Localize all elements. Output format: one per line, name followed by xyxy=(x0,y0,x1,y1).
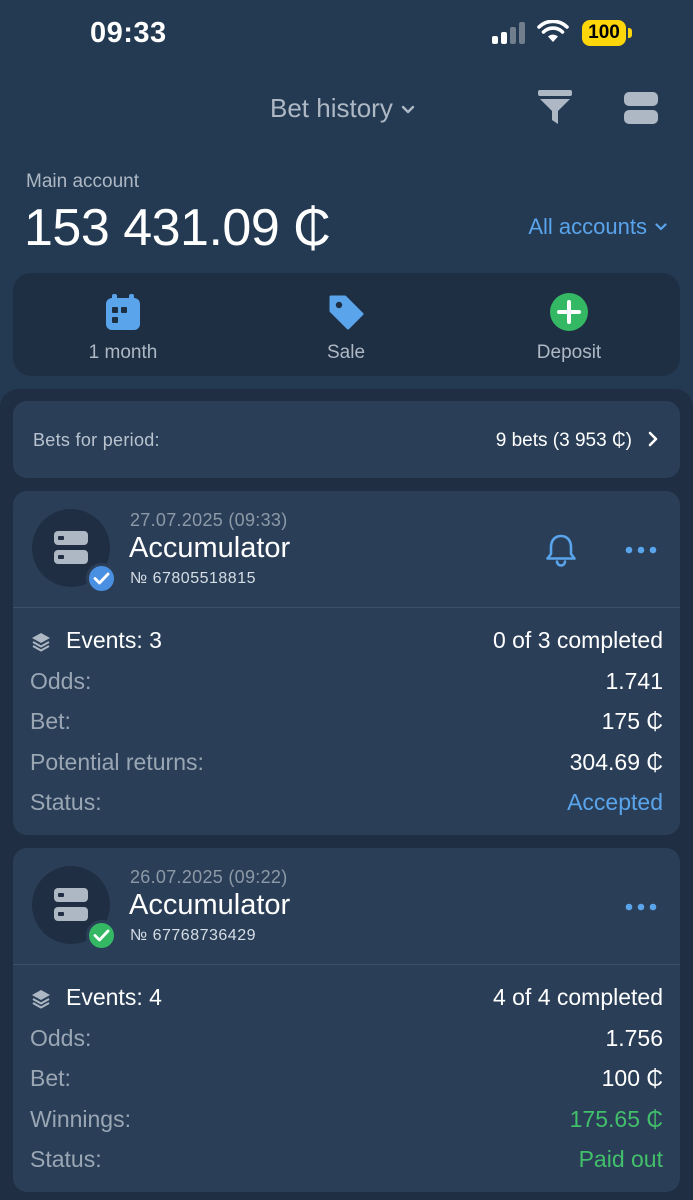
period-summary-label: Bets for period: xyxy=(33,430,160,450)
account-balance: 153 431.09 ₵ xyxy=(24,199,331,257)
sale-button-label: Sale xyxy=(326,342,366,363)
winnings-label: Winnings: xyxy=(30,1106,131,1132)
filter-icon[interactable] xyxy=(537,89,573,125)
bell-icon[interactable] xyxy=(544,533,578,567)
battery-tip xyxy=(628,28,632,38)
more-options-icon[interactable] xyxy=(625,546,657,554)
bet-number: № 67768736429 xyxy=(130,927,256,944)
cellular-signal-icon xyxy=(492,22,526,44)
odds-value: 1.756 xyxy=(605,1025,663,1051)
bets-period-summary[interactable]: Bets for period: 9 bets (3 953 ₵) xyxy=(13,401,680,478)
period-button-label: 1 month xyxy=(88,342,158,363)
bet-history-dropdown[interactable]: Bet history xyxy=(270,93,415,124)
returns-row: Potential returns: 304.69 ₵ xyxy=(30,749,663,779)
action-panel: 1 month Sale Deposit xyxy=(13,273,680,376)
bet-number: № 67805518815 xyxy=(130,570,256,587)
events-progress: 0 of 3 completed xyxy=(492,627,663,653)
all-accounts-label: All accounts xyxy=(528,214,647,239)
odds-row: Odds: 1.741 xyxy=(30,668,663,698)
plus-circle-icon xyxy=(550,293,588,331)
winnings-row: Winnings: 175.65 ₵ xyxy=(30,1106,663,1136)
wifi-icon xyxy=(537,20,569,42)
sale-button[interactable]: Sale xyxy=(266,273,426,376)
card-divider xyxy=(13,607,680,608)
period-button[interactable]: 1 month xyxy=(43,273,203,376)
returns-value: 304.69 ₵ xyxy=(569,749,663,775)
returns-label: Potential returns: xyxy=(30,749,204,775)
account-label: Main account xyxy=(26,171,140,192)
odds-value: 1.741 xyxy=(605,668,663,694)
bet-amount-row: Bet: 100 ₵ xyxy=(30,1065,663,1095)
winnings-value: 175.65 ₵ xyxy=(569,1106,663,1132)
more-options-icon[interactable] xyxy=(625,903,657,911)
bet-card[interactable]: 26.07.2025 (09:22) Accumulator № 6776873… xyxy=(13,848,680,1192)
events-count: Events: 3 xyxy=(66,627,162,653)
status-check-badge xyxy=(86,920,117,951)
odds-label: Odds: xyxy=(30,668,92,694)
bet-amount-row: Bet: 175 ₵ xyxy=(30,708,663,738)
status-check-badge xyxy=(86,563,117,594)
bet-date: 26.07.2025 (09:22) xyxy=(130,867,288,887)
odds-label: Odds: xyxy=(30,1025,92,1051)
bet-card[interactable]: 27.07.2025 (09:33) Accumulator № 6780551… xyxy=(13,491,680,835)
status-time: 09:33 xyxy=(90,17,167,49)
calendar-icon xyxy=(106,294,140,330)
page-title: Bet history xyxy=(270,93,393,123)
status-value: Accepted xyxy=(567,789,663,815)
layers-icon xyxy=(32,633,50,652)
bet-amount-label: Bet: xyxy=(30,1065,71,1091)
bet-amount-value: 100 ₵ xyxy=(601,1065,663,1091)
chevron-right-icon xyxy=(648,431,658,447)
check-icon xyxy=(93,572,110,585)
period-summary-value: 9 bets (3 953 ₵) xyxy=(495,430,632,451)
check-icon xyxy=(93,929,110,942)
chevron-down-icon xyxy=(401,105,415,114)
odds-row: Odds: 1.756 xyxy=(30,1025,663,1055)
card-divider xyxy=(13,964,680,965)
chevron-down-icon xyxy=(655,223,667,231)
bet-amount-value: 175 ₵ xyxy=(601,708,663,734)
all-accounts-dropdown[interactable]: All accounts xyxy=(528,214,667,240)
deposit-button[interactable]: Deposit xyxy=(489,273,649,376)
status-label: Status: xyxy=(30,789,102,815)
status-label: Status: xyxy=(30,1146,102,1172)
bet-amount-label: Bet: xyxy=(30,708,71,734)
deposit-button-label: Deposit xyxy=(536,342,602,363)
events-count: Events: 4 xyxy=(66,984,162,1010)
bet-date: 27.07.2025 (09:33) xyxy=(130,510,288,530)
tag-icon xyxy=(329,295,364,330)
bet-type: Accumulator xyxy=(129,889,291,921)
events-row: Events: 3 0 of 3 completed xyxy=(30,627,663,657)
layout-toggle-icon[interactable] xyxy=(623,90,659,126)
events-progress: 4 of 4 completed xyxy=(492,984,663,1010)
bet-type: Accumulator xyxy=(129,532,291,564)
battery-indicator: 100 xyxy=(582,20,626,46)
status-row: Status: Accepted xyxy=(30,789,663,819)
status-value: Paid out xyxy=(578,1146,663,1172)
layers-icon xyxy=(32,990,50,1009)
events-row: Events: 4 4 of 4 completed xyxy=(30,984,663,1014)
status-row: Status: Paid out xyxy=(30,1146,663,1176)
